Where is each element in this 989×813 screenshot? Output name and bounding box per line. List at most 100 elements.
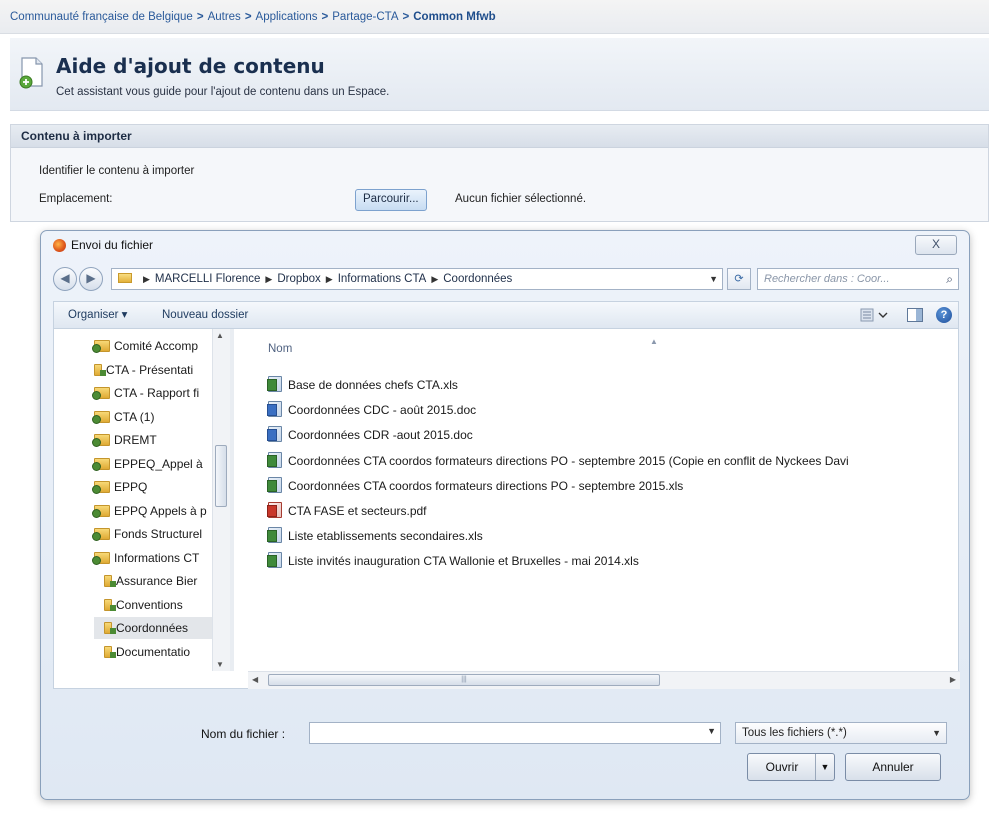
pane-splitter[interactable] — [230, 329, 234, 671]
tree-item[interactable]: Conventions — [104, 594, 183, 616]
import-section: Contenu à importer Identifier le contenu… — [10, 124, 989, 222]
search-placeholder: Rechercher dans : Coor... — [764, 273, 890, 285]
view-options-icon[interactable] — [860, 307, 890, 323]
tree-item[interactable]: EPPQ — [92, 476, 148, 498]
file-list-item[interactable]: Liste invités inauguration CTA Wallonie … — [267, 549, 639, 573]
folder-icon — [104, 645, 116, 658]
cancel-button[interactable]: Annuler — [845, 753, 941, 781]
file-list-item[interactable]: Base de données chefs CTA.xls — [267, 373, 458, 397]
open-dropdown-icon[interactable]: ▼ — [815, 754, 834, 780]
tree-item[interactable]: EPPQ Appels à p — [92, 500, 207, 522]
tree-item[interactable]: CTA (1) — [92, 406, 155, 428]
tree-item[interactable]: Assurance Bier — [104, 570, 197, 592]
tree-scrollbar[interactable]: ▲ ▼ — [212, 329, 230, 671]
breadcrumb-item[interactable]: Autres — [208, 11, 241, 23]
preview-pane-icon[interactable] — [906, 307, 924, 323]
add-content-icon — [19, 57, 43, 89]
sort-caret-icon: ▲ — [650, 337, 658, 346]
file-list-item[interactable]: Liste etablissements secondaires.xls — [267, 524, 483, 548]
new-folder-button[interactable]: Nouveau dossier — [162, 302, 248, 328]
file-name: Coordonnées CTA coordos formateurs direc… — [288, 478, 684, 493]
scroll-right-icon[interactable]: ▶ — [950, 675, 956, 684]
breadcrumb-separator: > — [402, 11, 410, 23]
identify-label: Identifier le contenu à importer — [39, 165, 195, 177]
column-header-name[interactable]: Nom — [268, 343, 292, 355]
section-title: Contenu à importer — [11, 125, 988, 148]
xls-file-icon — [267, 451, 282, 468]
file-type-label: Tous les fichiers (*.*) — [742, 727, 847, 739]
file-name: Liste invités inauguration CTA Wallonie … — [288, 554, 639, 569]
back-button[interactable]: ◀ — [53, 267, 77, 291]
file-type-select[interactable]: Tous les fichiers (*.*) ▼ — [735, 722, 947, 744]
horizontal-scrollbar[interactable]: ◀ ||| ▶ — [248, 671, 960, 689]
file-list-item[interactable]: CTA FASE et secteurs.pdf — [267, 499, 427, 523]
file-list-item[interactable]: Coordonnées CDC - août 2015.doc — [267, 398, 477, 422]
chevron-down-icon: ▼ — [932, 728, 941, 738]
tree-item-label: Conventions — [116, 597, 183, 612]
xls-file-icon — [267, 552, 282, 569]
tree-item[interactable]: Documentatio — [104, 641, 190, 663]
scroll-left-icon[interactable]: ◀ — [252, 675, 258, 684]
file-list-item[interactable]: Coordonnées CDR -aout 2015.doc — [267, 423, 473, 447]
tree-item[interactable]: CTA - Présentati — [94, 359, 193, 381]
address-segment[interactable]: Dropbox — [277, 273, 320, 285]
chevron-down-icon[interactable]: ▼ — [707, 726, 716, 736]
scroll-up-icon[interactable]: ▲ — [216, 331, 224, 340]
tree-item-label: EPPQ — [114, 480, 148, 494]
tree-item[interactable]: Informations CT — [92, 547, 199, 569]
browse-button[interactable]: Parcourir... — [355, 189, 427, 211]
breadcrumb-item[interactable]: Partage-CTA — [332, 11, 398, 23]
address-segment[interactable]: MARCELLI Florence — [155, 273, 260, 285]
dialog-titlebar[interactable]: Envoi du fichier X — [41, 231, 969, 259]
file-name: Coordonnées CDC - août 2015.doc — [288, 403, 477, 418]
tree-item-label: Fonds Structurel — [114, 527, 203, 541]
file-list-item[interactable]: Coordonnées CTA coordos formateurs direc… — [267, 449, 849, 473]
file-name: CTA FASE et secteurs.pdf — [288, 504, 427, 518]
folder-icon — [92, 340, 110, 353]
organize-menu[interactable]: Organiser ▾ — [68, 302, 127, 328]
forward-button[interactable]: ▶ — [79, 267, 103, 291]
breadcrumb-item[interactable]: Applications — [256, 11, 318, 23]
file-list-item[interactable]: Coordonnées CTA coordos formateurs direc… — [267, 474, 684, 498]
search-input[interactable]: Rechercher dans : Coor... ⌕ — [757, 268, 959, 290]
address-bar[interactable]: ▶ MARCELLI Florence ▶ Dropbox ▶ Informations … — [111, 268, 723, 290]
open-button-label: Ouvrir — [765, 760, 799, 774]
tree-item-label: CTA (1) — [114, 409, 155, 424]
scrollbar-thumb[interactable] — [215, 445, 227, 507]
refresh-button[interactable]: ⟳ — [727, 268, 751, 290]
tree-item[interactable]: DREMT — [92, 429, 157, 451]
folder-icon — [104, 575, 116, 587]
navigation-bar: ◀ ▶ ▶ MARCELLI Florence ▶ Dropbox ▶ Informati… — [53, 265, 959, 295]
breadcrumb-current: Common Mfwb — [413, 11, 496, 23]
folder-icon — [94, 363, 106, 376]
tree-item[interactable]: CTA - Rapport fi — [92, 382, 199, 404]
folder-icon — [104, 598, 116, 611]
tree-item[interactable]: Comité Accomp — [92, 335, 198, 357]
search-icon: ⌕ — [946, 272, 953, 286]
tree-item[interactable]: EPPEQ_Appel à — [92, 453, 203, 475]
page-subtitle: Cet assistant vous guide pour l'ajout de… — [56, 86, 390, 98]
dialog-toolbar: Organiser ▾ Nouveau dossier ? — [53, 301, 959, 329]
doc-file-icon — [267, 401, 282, 418]
open-button[interactable]: Ouvrir ▼ — [747, 753, 835, 781]
address-segment[interactable]: Coordonnées — [443, 273, 512, 285]
xls-file-icon — [267, 527, 282, 544]
file-name: Liste etablissements secondaires.xls — [288, 529, 483, 544]
filename-input[interactable]: ▼ — [309, 722, 721, 744]
filename-label: Nom du fichier : — [201, 727, 286, 741]
help-icon[interactable]: ? — [936, 307, 952, 323]
scroll-down-icon[interactable]: ▼ — [216, 660, 224, 669]
folder-icon — [92, 528, 110, 541]
file-name: Coordonnées CTA coordos formateurs direc… — [288, 453, 849, 468]
close-button[interactable]: X — [915, 235, 957, 255]
breadcrumb-item[interactable]: Communauté française de Belgique — [10, 11, 193, 23]
tree-item[interactable]: Coordonnées — [94, 617, 222, 639]
location-label: Emplacement: — [39, 193, 113, 205]
folder-icon — [92, 387, 110, 400]
tree-item-label: EPPQ Appels à p — [114, 503, 207, 518]
chevron-down-icon[interactable]: ▼ — [709, 269, 718, 289]
tree-item[interactable]: Fonds Structurel — [92, 523, 203, 545]
address-segment[interactable]: Informations CTA — [338, 273, 427, 285]
scrollbar-thumb[interactable]: ||| — [268, 674, 660, 686]
folder-icon — [92, 410, 110, 424]
